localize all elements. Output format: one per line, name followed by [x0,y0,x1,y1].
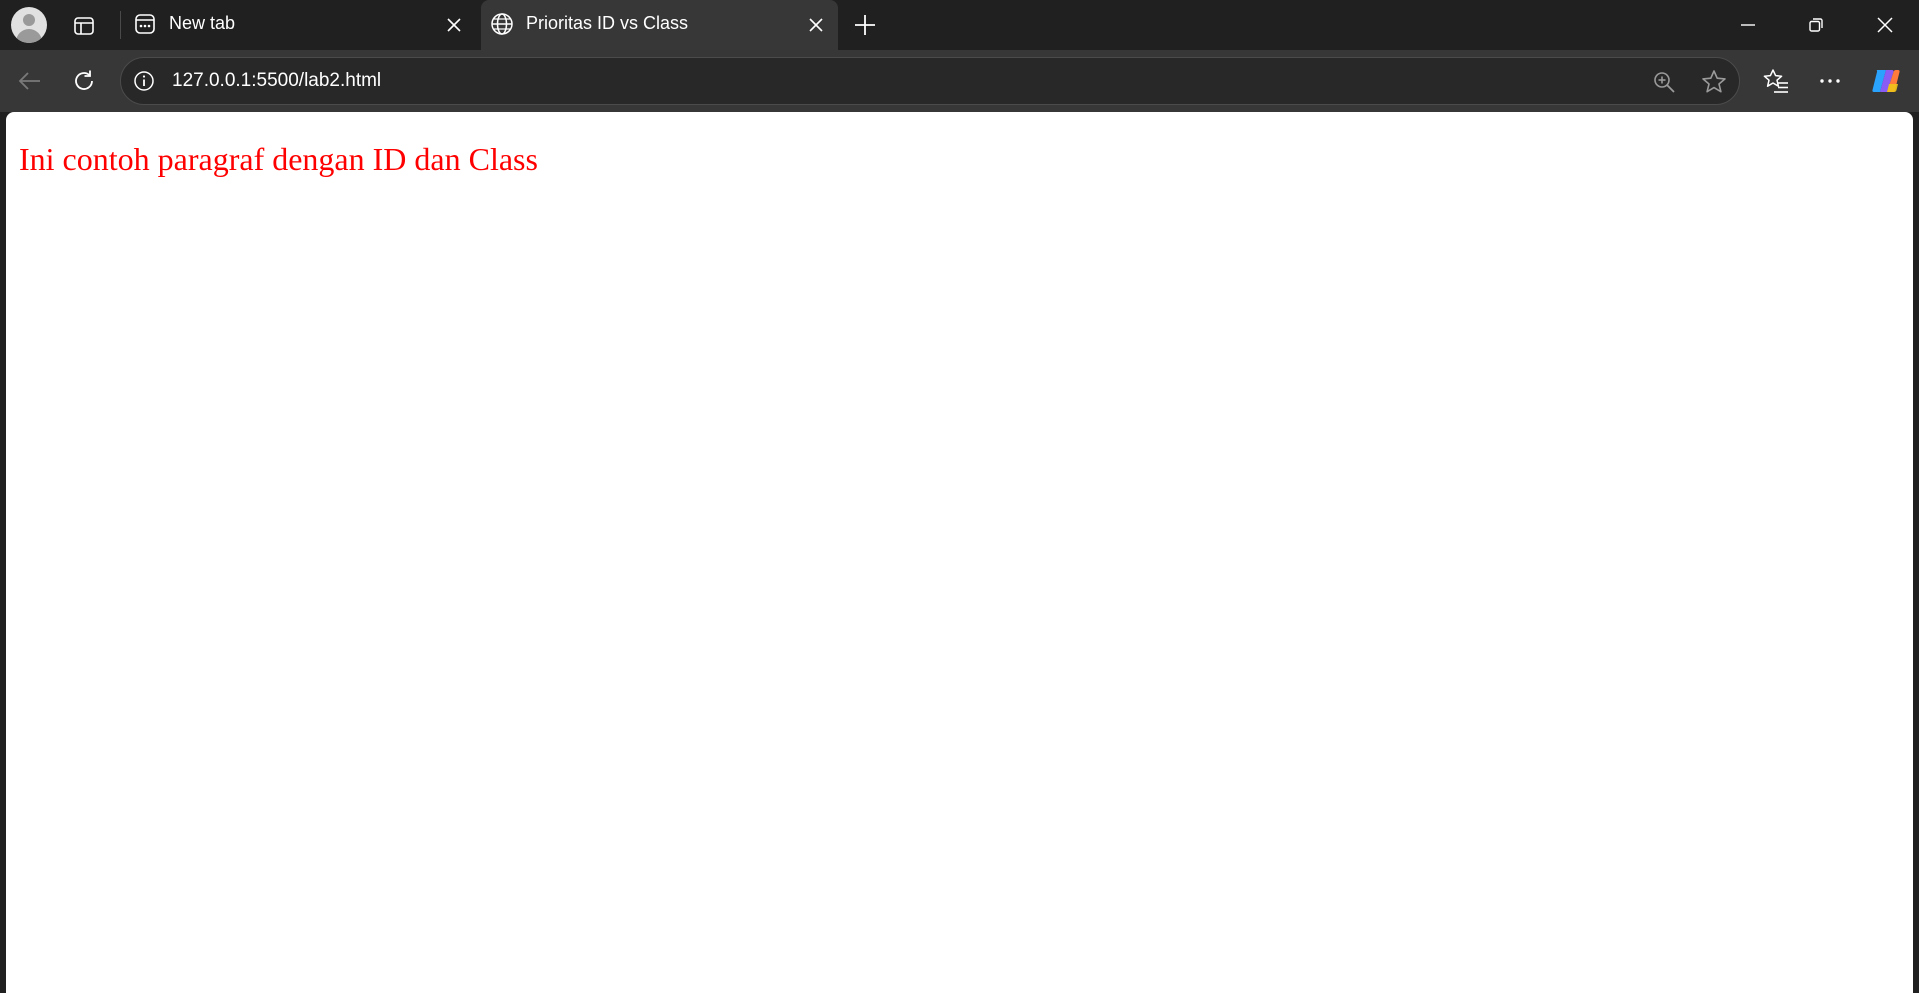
globe-icon [490,12,514,36]
more-options-icon[interactable] [1812,63,1848,99]
tab-strip: New tab Prioritas ID vs Class [0,0,1919,50]
tab-actions-icon[interactable] [70,13,98,39]
refresh-icon[interactable] [66,63,102,99]
tab-title: Prioritas ID vs Class [526,13,689,33]
restore-window-icon[interactable] [1782,0,1850,50]
favorite-star-icon[interactable] [1699,67,1729,97]
navigation-toolbar: 127.0.0.1:5500/lab2.html [0,50,1919,112]
avatar-shoulders [16,29,42,43]
profile-avatar-icon[interactable] [11,7,47,43]
tab-prioritas-id-vs-class[interactable]: Prioritas ID vs Class [481,0,838,50]
close-tab-icon[interactable] [442,13,466,37]
favorites-icon[interactable] [1758,63,1794,99]
avatar-head [23,14,35,26]
copilot-icon[interactable] [1868,63,1904,99]
close-tab-icon[interactable] [804,13,828,37]
site-info-icon[interactable] [132,69,156,93]
minimize-window-icon[interactable] [1714,0,1782,50]
page-paragraph: Ini contoh paragraf dengan ID dan Class [19,141,538,177]
back-arrow-icon[interactable] [12,63,48,99]
address-url[interactable]: 127.0.0.1:5500/lab2.html [172,70,381,92]
tab-title: New tab [169,13,236,33]
new-tab-plus-icon[interactable] [850,10,880,40]
close-window-icon[interactable] [1851,0,1919,50]
page-viewport: Ini contoh paragraf dengan ID dan Class [6,112,1913,993]
tab-new-tab[interactable]: New tab [124,0,476,50]
address-bar[interactable]: 127.0.0.1:5500/lab2.html [120,57,1740,105]
tab-separator [120,11,121,39]
new-tab-page-icon [133,12,157,36]
zoom-icon[interactable] [1650,68,1678,96]
